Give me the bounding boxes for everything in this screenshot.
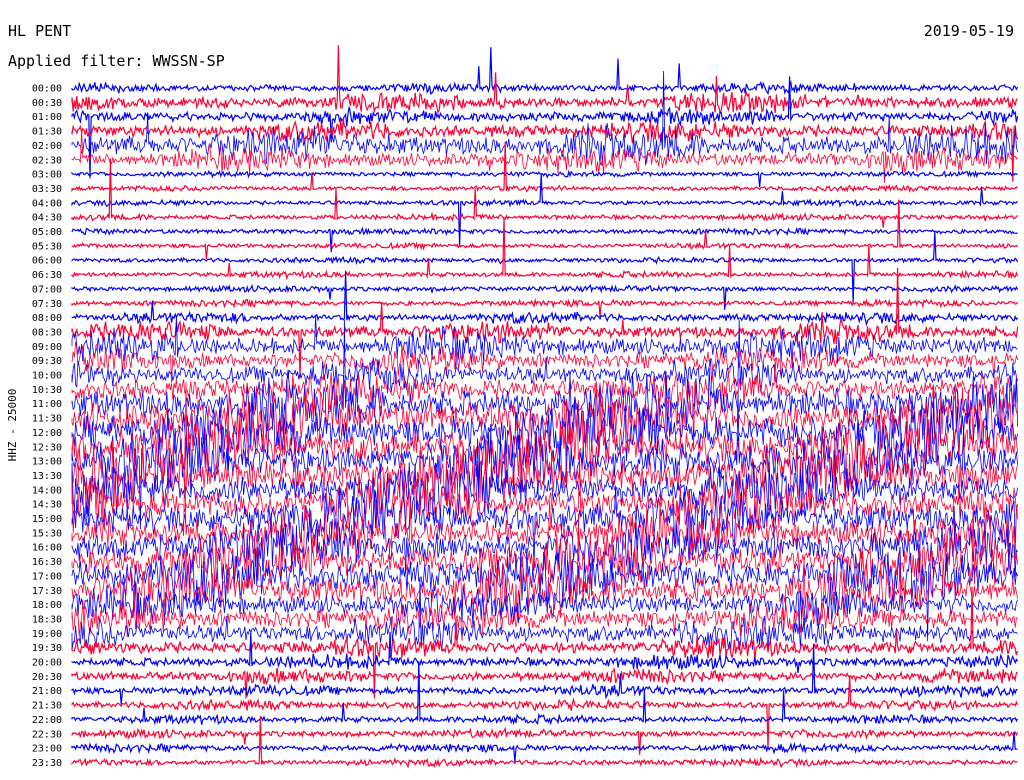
trace-row (71, 231, 1019, 304)
row-tick-label: 21:30 (32, 701, 62, 712)
trace-group (71, 45, 1019, 769)
row-tick-label: 14:00 (32, 485, 62, 496)
row-tick-label: 09:30 (32, 356, 62, 367)
row-tick-label: 17:00 (32, 571, 62, 582)
row-tick-label: 13:00 (32, 457, 62, 468)
row-tick-label: 02:30 (32, 155, 62, 166)
trace-row (71, 141, 1019, 194)
row-tick-label: 13:30 (32, 471, 62, 482)
row-tick-label: 22:00 (32, 715, 62, 726)
tick-label-group: 00:00 00:30 01:00 01:30 02:00 02:30 03:00 03:30… (32, 84, 62, 769)
row-tick-label: 20:00 (32, 658, 62, 669)
row-tick-label: 19:00 (32, 629, 62, 640)
trace-row (71, 667, 1018, 699)
trace-row (71, 283, 1019, 310)
row-tick-label: 03:00 (32, 170, 62, 181)
trace-row (71, 47, 1019, 96)
row-tick-label: 16:00 (32, 543, 62, 554)
row-tick-label: 00:00 (32, 84, 62, 95)
trace-row (71, 216, 1019, 281)
trace-row (71, 270, 1019, 327)
row-tick-label: 12:00 (32, 428, 62, 439)
trace-row (71, 169, 1018, 188)
row-tick-label: 23:30 (32, 758, 62, 769)
trace-row (71, 226, 1018, 253)
row-tick-label: 07:30 (32, 299, 62, 310)
row-tick-label: 19:30 (32, 643, 62, 654)
row-tick-label: 18:00 (32, 600, 62, 611)
row-tick-label: 02:00 (32, 141, 62, 152)
row-tick-label: 11:30 (32, 414, 62, 425)
row-tick-label: 10:00 (32, 371, 62, 382)
trace-row (71, 118, 1019, 182)
row-tick-label: 08:30 (32, 327, 62, 338)
row-tick-label: 05:30 (32, 241, 62, 252)
row-tick-label: 07:00 (32, 284, 62, 295)
row-tick-label: 18:30 (32, 614, 62, 625)
row-tick-label: 05:00 (32, 227, 62, 238)
trace-row (71, 716, 1018, 769)
row-tick-label: 04:00 (32, 198, 62, 209)
row-tick-label: 10:30 (32, 385, 62, 396)
helicorder-plot: 00:00 00:30 01:00 01:30 02:00 02:30 03:00 03:30… (6, 45, 1019, 769)
row-tick-label: 09:00 (32, 342, 62, 353)
row-tick-label: 15:30 (32, 528, 62, 539)
row-tick-label: 03:30 (32, 184, 62, 195)
row-tick-label: 12:30 (32, 442, 62, 453)
row-tick-label: 04:30 (32, 213, 62, 224)
row-tick-label: 20:30 (32, 672, 62, 683)
trace-row (71, 731, 1018, 762)
row-tick-label: 17:30 (32, 586, 62, 597)
row-tick-label: 01:00 (32, 112, 62, 123)
row-tick-label: 22:30 (32, 729, 62, 740)
row-tick-label: 11:00 (32, 399, 62, 410)
row-tick-label: 15:00 (32, 514, 62, 525)
row-tick-label: 00:30 (32, 98, 62, 109)
row-tick-label: 16:30 (32, 557, 62, 568)
row-tick-label: 23:00 (32, 744, 62, 755)
trace-row (71, 726, 1019, 755)
row-tick-label: 08:00 (32, 313, 62, 324)
row-tick-label: 06:00 (32, 256, 62, 267)
trace-row (71, 315, 1018, 368)
trace-row (71, 661, 1019, 726)
row-tick-label: 21:00 (32, 686, 62, 697)
y-axis-label: HHZ - 25000 (6, 389, 19, 462)
row-tick-label: 06:30 (32, 270, 62, 281)
trace-row (71, 45, 1018, 115)
trace-row (71, 173, 1019, 247)
row-tick-label: 01:30 (32, 127, 62, 138)
trace-row (71, 158, 1019, 228)
row-tick-label: 14:30 (32, 500, 62, 511)
